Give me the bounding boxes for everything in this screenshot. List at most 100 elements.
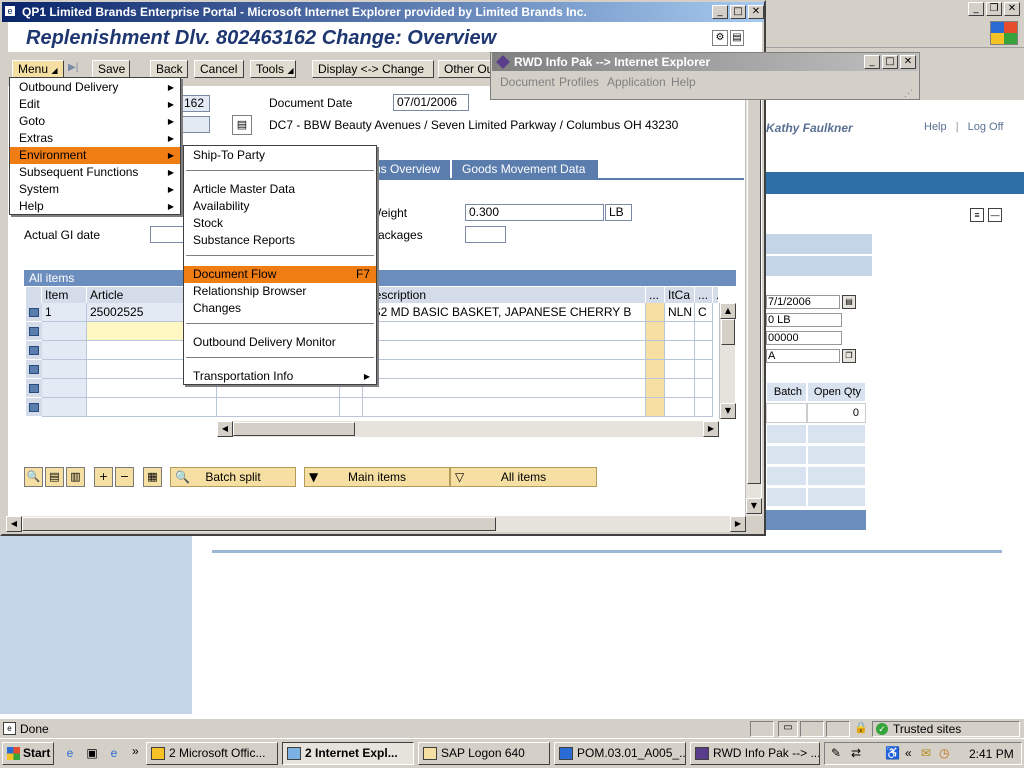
- table-cell[interactable]: [646, 360, 665, 379]
- taskbar-button-internet-explorer[interactable]: 2 Internet Expl...: [282, 742, 414, 765]
- window-horizontal-scrollbar[interactable]: ◀ ▶: [6, 516, 746, 532]
- weight-field[interactable]: 0.300: [465, 204, 604, 221]
- insert-row-icon[interactable]: +: [94, 467, 113, 487]
- rwd-menu-help[interactable]: Help: [671, 75, 696, 89]
- menu-item-environment[interactable]: Environment ▶: [10, 147, 180, 164]
- menu-item-system[interactable]: System ▶: [10, 181, 180, 198]
- other-button[interactable]: Other Ou: [438, 60, 492, 78]
- table-cell[interactable]: [646, 379, 665, 398]
- actual-gi-date-field[interactable]: [150, 226, 184, 243]
- select-all-icon[interactable]: ▤: [45, 467, 64, 487]
- window-vertical-scrollbar[interactable]: ▼: [745, 86, 762, 516]
- menu-item-help[interactable]: Help ▶: [10, 198, 180, 215]
- row-selector[interactable]: [26, 379, 42, 398]
- tray-expand-icon[interactable]: «: [905, 746, 912, 760]
- delete-row-icon[interactable]: −: [115, 467, 134, 487]
- resize-grip-icon[interactable]: ⋰: [904, 88, 916, 98]
- menu-item-document-flow[interactable]: Document Flow F7: [184, 266, 376, 283]
- table-cell[interactable]: [363, 398, 646, 417]
- panel-weight-field[interactable]: 0 LB: [766, 313, 842, 327]
- quicklaunch-browser-icon[interactable]: e: [106, 746, 122, 762]
- table-cell[interactable]: [646, 303, 665, 322]
- row-selector[interactable]: [26, 322, 42, 341]
- select-all-column[interactable]: [26, 287, 42, 303]
- tray-accessibility-icon[interactable]: ♿: [885, 746, 900, 760]
- menu-item-goto[interactable]: Goto ▶: [10, 113, 180, 130]
- menu-item-extras[interactable]: Extras ▶: [10, 130, 180, 147]
- table-horizontal-scrollbar[interactable]: ◀ ▶: [217, 421, 719, 437]
- display-change-button[interactable]: Display <-> Change: [312, 60, 434, 78]
- scroll-down-icon[interactable]: ▼: [720, 403, 736, 419]
- panel-code-field[interactable]: A: [766, 349, 840, 363]
- table-cell[interactable]: [665, 341, 695, 360]
- panel-date-field[interactable]: 7/1/2006: [766, 295, 840, 309]
- table-cell[interactable]: [695, 398, 713, 417]
- close-icon[interactable]: ✕: [748, 5, 764, 19]
- menu-item-substance-reports[interactable]: Substance Reports: [184, 232, 376, 249]
- taskbar-button-sap-logon[interactable]: SAP Logon 640: [418, 742, 550, 765]
- scroll-right-icon[interactable]: ▶: [703, 421, 719, 437]
- table-cell-extra[interactable]: C: [695, 303, 713, 322]
- local-layout-icon[interactable]: ▤: [730, 30, 744, 46]
- back-button[interactable]: Back: [150, 60, 188, 78]
- details-icon[interactable]: 🔍: [24, 467, 43, 487]
- cancel-button[interactable]: Cancel: [194, 60, 244, 78]
- table-vertical-scrollbar[interactable]: ▲ ▼: [719, 303, 736, 419]
- table-cell[interactable]: [42, 360, 87, 379]
- table-cell[interactable]: [42, 322, 87, 341]
- menu-item-ship-to-party[interactable]: Ship-To Party: [184, 147, 376, 164]
- table-cell[interactable]: [42, 379, 87, 398]
- close-icon[interactable]: ✕: [1004, 2, 1020, 16]
- tray-tool-icon[interactable]: ✎: [831, 746, 841, 760]
- row-selector[interactable]: [26, 360, 42, 379]
- scroll-up-icon[interactable]: ▲: [720, 303, 736, 319]
- rwd-menu-document[interactable]: Document: [500, 75, 555, 89]
- table-cell[interactable]: [695, 322, 713, 341]
- item-overview-icon[interactable]: ▦: [143, 467, 162, 487]
- taskbar-button-pom-document[interactable]: POM.03.01_A005_...: [554, 742, 686, 765]
- tray-mail-icon[interactable]: ✉: [921, 746, 931, 760]
- all-items-button[interactable]: ▽ All items: [450, 467, 597, 487]
- rwd-menu-profiles[interactable]: Profiles: [559, 75, 599, 89]
- minimize-icon[interactable]: _: [864, 55, 880, 69]
- table-cell[interactable]: [646, 341, 665, 360]
- table-cell[interactable]: [695, 341, 713, 360]
- row-selector[interactable]: [26, 341, 42, 360]
- scroll-thumb[interactable]: [22, 517, 496, 531]
- menu-item-transportation-info[interactable]: Transportation Info ▶: [184, 368, 376, 385]
- weight-unit-field[interactable]: LB: [605, 204, 632, 221]
- minimize-panel-icon[interactable]: —: [988, 208, 1002, 222]
- taskbar-button-office[interactable]: 2 Microsoft Offic...: [146, 742, 278, 765]
- maximize-icon[interactable]: □: [730, 5, 746, 19]
- scroll-thumb[interactable]: [747, 88, 761, 484]
- quicklaunch-more-icon[interactable]: »: [132, 744, 139, 758]
- packages-field[interactable]: [465, 226, 506, 243]
- column-header-more[interactable]: ...: [695, 287, 713, 303]
- table-cell[interactable]: [665, 322, 695, 341]
- table-cell[interactable]: [217, 398, 340, 417]
- quicklaunch-ie-icon[interactable]: e: [62, 746, 78, 762]
- table-cell[interactable]: [646, 322, 665, 341]
- scroll-left-icon[interactable]: ◀: [217, 421, 233, 437]
- maximize-icon[interactable]: □: [882, 55, 898, 69]
- deselect-all-icon[interactable]: ▥: [66, 467, 85, 487]
- table-cell[interactable]: [665, 398, 695, 417]
- table-cell[interactable]: [695, 379, 713, 398]
- minimize-icon[interactable]: _: [712, 5, 728, 19]
- menu-item-changes[interactable]: Changes: [184, 300, 376, 317]
- table-cell[interactable]: [363, 360, 646, 379]
- menu-item-availability[interactable]: Availability: [184, 198, 376, 215]
- column-header-more[interactable]: ...: [646, 287, 665, 303]
- customize-layout-icon[interactable]: ⚙: [712, 30, 728, 46]
- copy-icon[interactable]: ❐: [842, 349, 856, 363]
- table-cell[interactable]: [42, 398, 87, 417]
- table-cell[interactable]: [665, 360, 695, 379]
- table-cell[interactable]: [363, 322, 646, 341]
- menu-item-outbound-delivery[interactable]: Outbound Delivery ▶: [10, 79, 180, 96]
- table-cell[interactable]: [665, 379, 695, 398]
- save-button[interactable]: Save: [92, 60, 130, 78]
- table-cell-description[interactable]: _S2 MD BASIC BASKET, JAPANESE CHERRY B: [363, 303, 646, 322]
- calendar-icon[interactable]: ▤: [842, 295, 856, 309]
- address-icon[interactable]: ▤: [232, 115, 252, 135]
- row-selector[interactable]: [26, 398, 42, 417]
